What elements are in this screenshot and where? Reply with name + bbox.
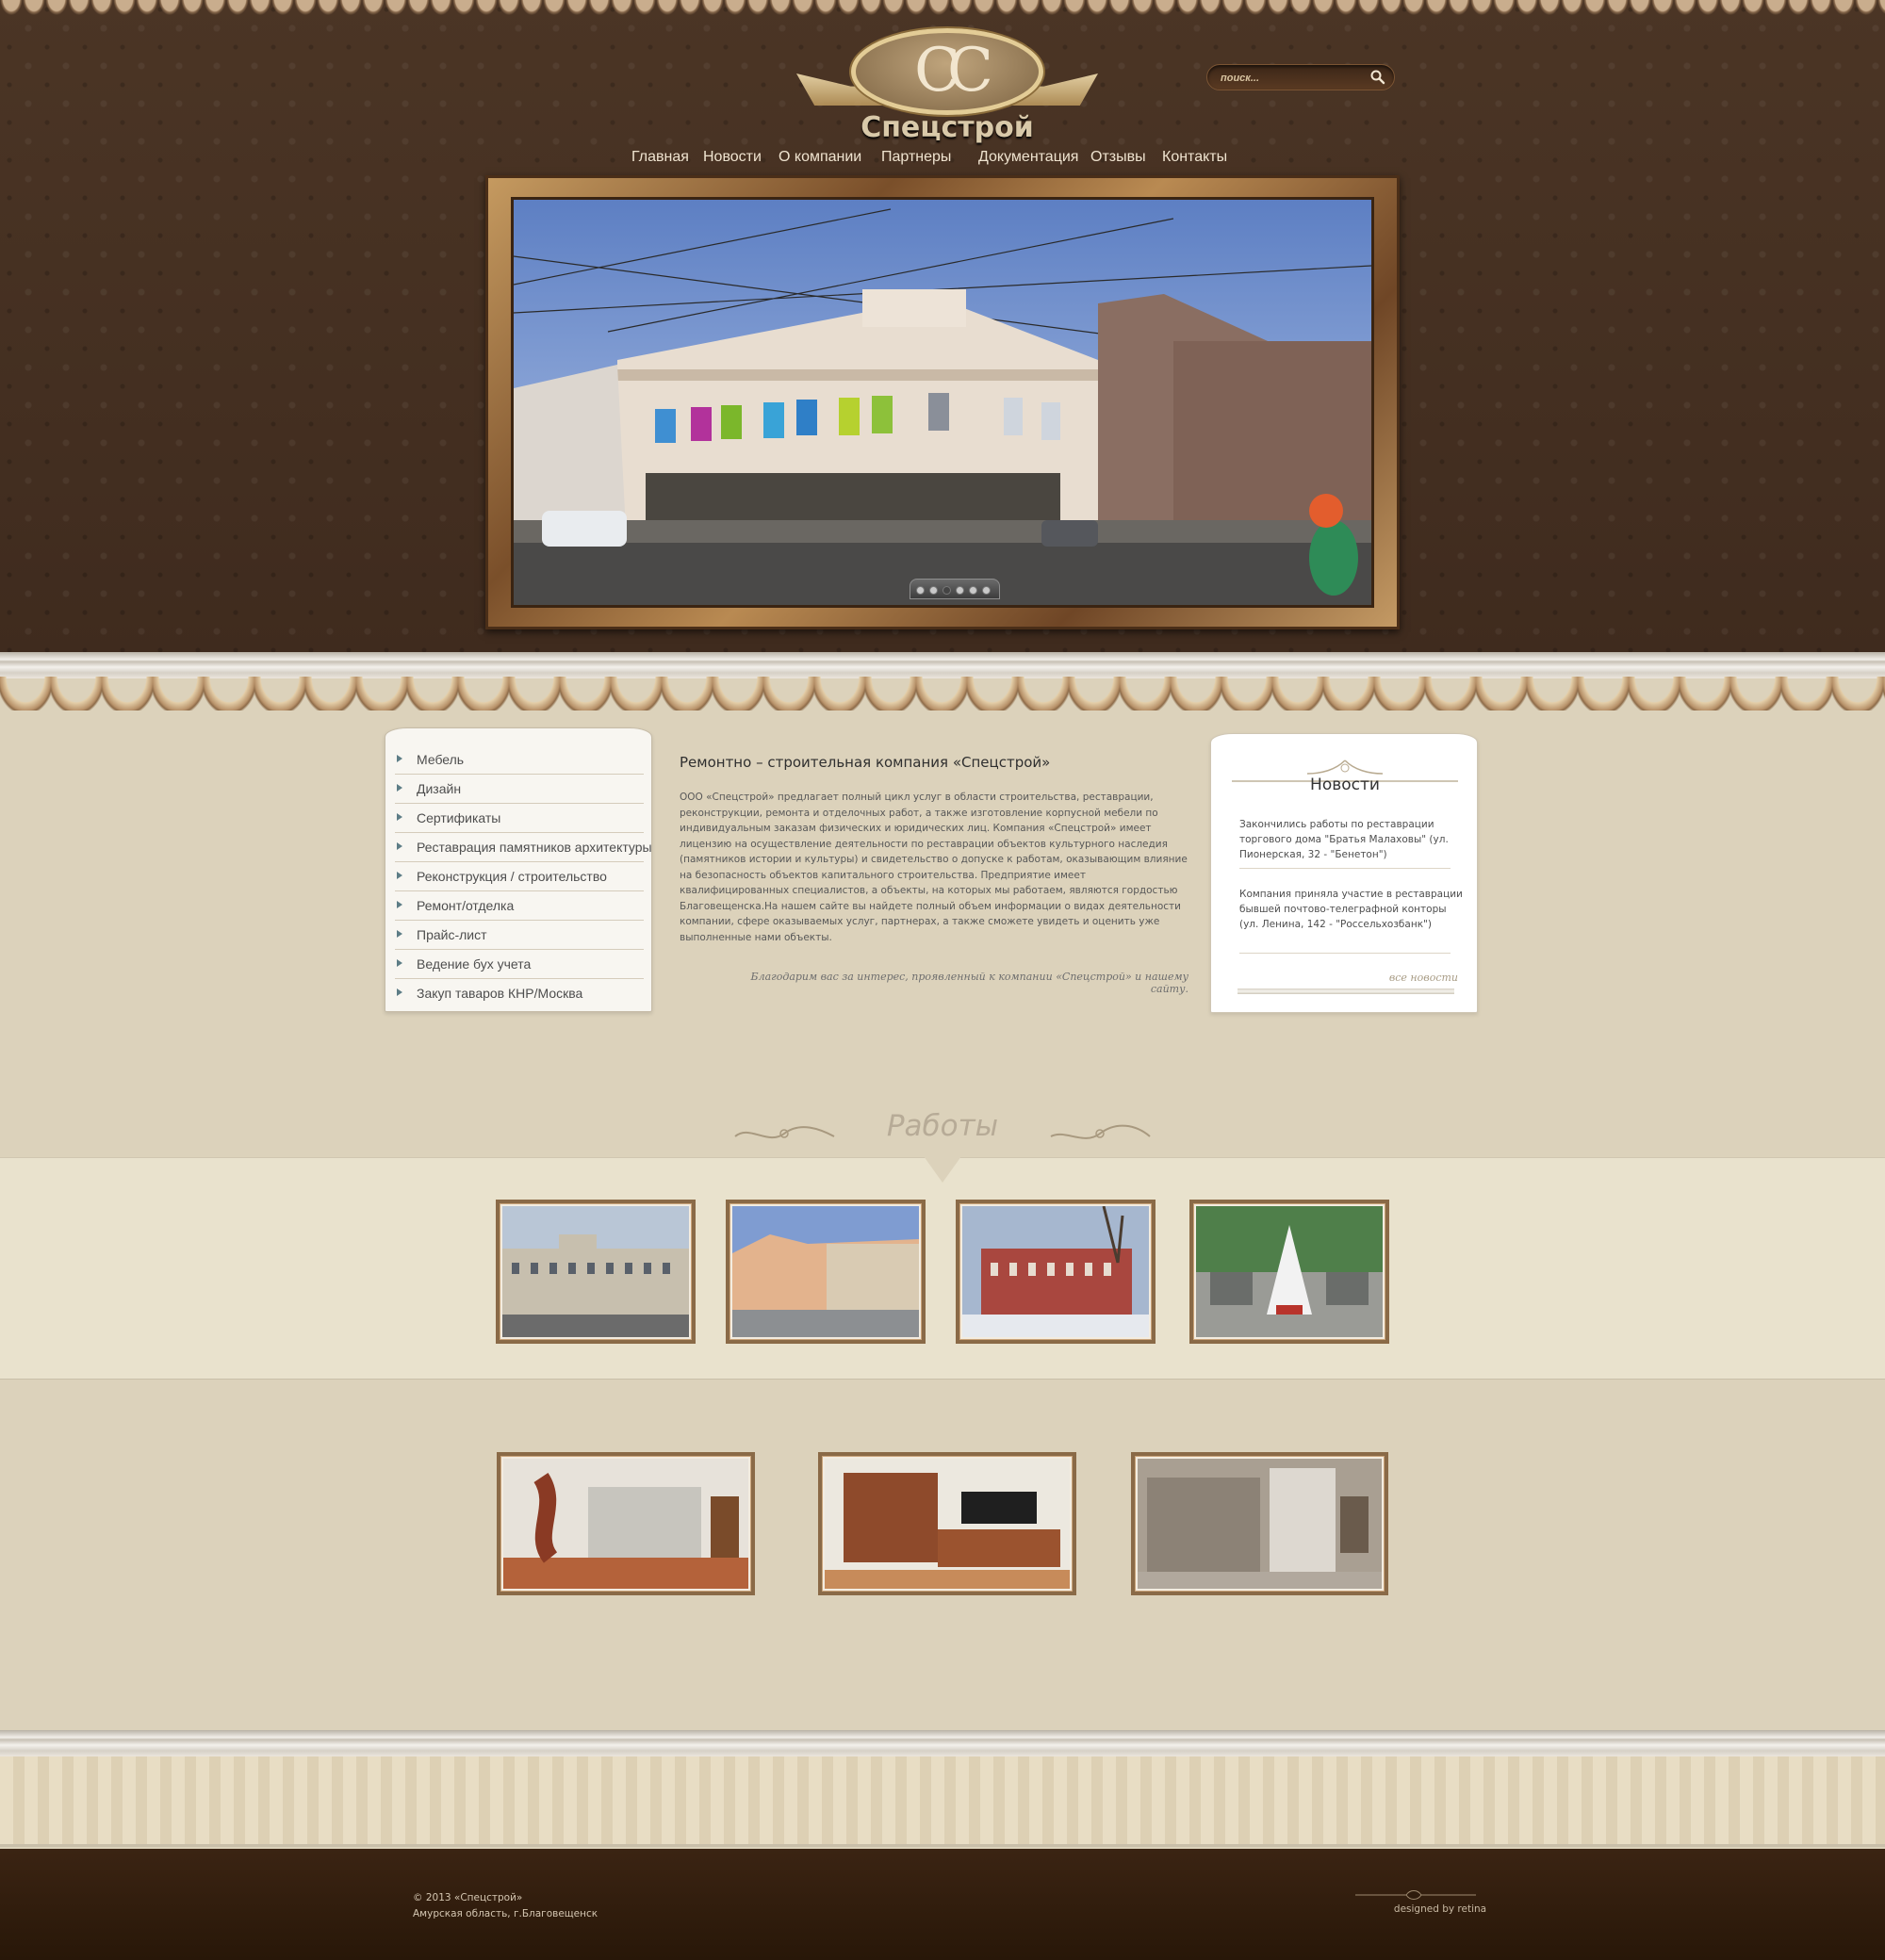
menu-item-label: Реставрация памятников архитектуры	[417, 840, 652, 855]
menu-arrow-icon	[397, 784, 402, 792]
work-thumbnail[interactable]	[956, 1200, 1156, 1344]
slider-frame	[485, 175, 1400, 629]
menu-arrow-icon	[397, 813, 402, 821]
works-band	[0, 1157, 1885, 1380]
striped-wallpaper	[0, 1756, 1885, 1847]
slider-dots	[910, 579, 1000, 599]
menu-item-label: Прайс-лист	[417, 927, 487, 942]
menu-arrow-icon	[397, 901, 402, 908]
top-scallop-trim	[0, 0, 1885, 15]
footer-divider	[0, 1730, 1885, 1756]
footer-ornament-icon	[1355, 1890, 1476, 1900]
nav-item-documents[interactable]: Документация	[978, 149, 1078, 166]
menu-arrow-icon	[397, 755, 402, 762]
footer-info: © 2013 «Спецстрой» Амурская область, г.Б…	[413, 1890, 598, 1922]
menu-arrow-icon	[397, 842, 402, 850]
footer: © 2013 «Спецстрой» Амурская область, г.Б…	[0, 1849, 1885, 1960]
search-icon[interactable]	[1369, 69, 1386, 86]
article-title: Ремонтно – строительная компания «Спецст…	[680, 754, 1051, 771]
news-item[interactable]: Компания приняла участие в реставрации б…	[1239, 887, 1466, 932]
news-title: Новости	[1310, 776, 1380, 794]
main-nav: Главная Новости О компании Партнеры Доку…	[0, 149, 1885, 172]
menu-item-label: Дизайн	[417, 781, 462, 796]
slider-dot-2[interactable]	[929, 586, 938, 595]
address: Амурская область, г.Благовещенск	[413, 1908, 598, 1919]
nav-item-news[interactable]: Новости	[703, 149, 762, 166]
slider-dot-4[interactable]	[956, 586, 964, 595]
search-input[interactable]	[1221, 69, 1362, 88]
menu-arrow-icon	[397, 872, 402, 879]
nav-item-contacts[interactable]: Контакты	[1162, 149, 1227, 166]
news-divider	[1239, 868, 1451, 869]
nav-item-partners[interactable]: Партнеры	[881, 149, 951, 166]
slider-viewport	[511, 197, 1374, 608]
slide-image[interactable]	[514, 200, 1371, 605]
menu-item-reconstruction[interactable]: Реконструкция / строительство	[395, 862, 644, 891]
slider-dot-1[interactable]	[916, 586, 925, 595]
slider-dot-3[interactable]	[942, 586, 951, 595]
works-title: Работы	[886, 1109, 999, 1143]
menu-item-label: Ведение бух учета	[417, 956, 532, 972]
menu-arrow-icon	[397, 988, 402, 996]
menu-arrow-icon	[397, 959, 402, 967]
search-box	[1206, 64, 1395, 90]
header-divider	[0, 652, 1885, 678]
article-thanks: Благодарим вас за интерес, проявленный к…	[750, 971, 1188, 995]
menu-item-label: Закуп таваров КНР/Москва	[417, 986, 583, 1001]
nav-item-home[interactable]: Главная	[631, 149, 689, 166]
work-thumbnail[interactable]	[1189, 1200, 1389, 1344]
news-bottom-rule	[1238, 988, 1454, 994]
designer-credit[interactable]: designed by retina	[1355, 1903, 1525, 1915]
header: CC Спецстрой Главная Новости О компании …	[0, 0, 1885, 655]
menu-item-label: Реконструкция / строительство	[417, 869, 607, 884]
menu-item-repair[interactable]: Ремонт/отделка	[395, 891, 644, 921]
drapery-border	[0, 677, 1885, 710]
menu-item-restoration[interactable]: Реставрация памятников архитектуры	[395, 833, 652, 862]
menu-item-certificates[interactable]: Сертификаты	[395, 804, 644, 833]
slider-dot-6[interactable]	[982, 586, 991, 595]
intro-article: Ремонтно – строительная компания «Спецст…	[680, 754, 1188, 995]
slider-dot-5[interactable]	[969, 586, 977, 595]
menu-item-design[interactable]: Дизайн	[395, 775, 644, 804]
all-news-link[interactable]: все новости	[1389, 972, 1458, 984]
nav-item-reviews[interactable]: Отзывы	[1090, 149, 1146, 166]
work-thumbnail[interactable]	[726, 1200, 926, 1344]
menu-item-label: Ремонт/отделка	[417, 898, 515, 913]
logo[interactable]: CC Спецстрой	[796, 28, 1098, 146]
services-menu: Мебель Дизайн Сертификаты Реставрация па…	[385, 727, 652, 1012]
works-swirl-icon	[1050, 1124, 1151, 1139]
menu-item-label: Сертификаты	[417, 810, 501, 825]
menu-item-price-list[interactable]: Прайс-лист	[395, 921, 644, 950]
logo-name: Спецстрой	[861, 111, 1034, 144]
work-thumbnail[interactable]	[818, 1452, 1076, 1595]
news-panel: Новости Закончились работы по реставраци…	[1210, 733, 1478, 1013]
news-item[interactable]: Закончились работы по реставрации торгов…	[1239, 817, 1466, 862]
menu-arrow-icon	[397, 930, 402, 938]
menu-item-accounting[interactable]: Ведение бух учета	[395, 950, 644, 979]
news-divider	[1239, 953, 1451, 954]
work-thumbnail[interactable]	[497, 1452, 755, 1595]
menu-item-furniture[interactable]: Мебель	[395, 745, 644, 775]
work-thumbnail[interactable]	[496, 1200, 696, 1344]
article-body: ООО «Спецстрой» предлагает полный цикл у…	[680, 792, 1188, 943]
menu-item-procurement[interactable]: Закуп таваров КНР/Москва	[395, 979, 644, 1008]
menu-item-label: Мебель	[417, 752, 465, 767]
work-thumbnail[interactable]	[1131, 1452, 1388, 1595]
logo-monogram: CC	[914, 36, 993, 106]
nav-item-about[interactable]: О компании	[779, 149, 861, 166]
copyright: © 2013 «Спецстрой»	[413, 1892, 523, 1903]
